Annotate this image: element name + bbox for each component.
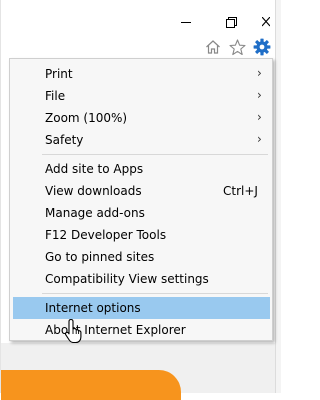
menu-item-view-downloads[interactable]: View downloads Ctrl+J bbox=[13, 180, 270, 202]
tools-menu: Print › File › Zoom (100%) › Safety › Ad… bbox=[9, 58, 273, 341]
desktop-edge bbox=[276, 0, 281, 393]
menu-separator bbox=[42, 293, 268, 294]
menu-item-print[interactable]: Print › bbox=[13, 63, 270, 85]
menu-item-label: F12 Developer Tools bbox=[45, 228, 167, 242]
menu-item-label: File bbox=[45, 89, 66, 103]
menu-item-label: View downloads bbox=[45, 184, 142, 198]
menu-item-label: Compatibility View settings bbox=[45, 272, 209, 286]
menu-item-zoom[interactable]: Zoom (100%) › bbox=[13, 107, 270, 129]
restore-button[interactable] bbox=[221, 12, 241, 32]
menu-item-label: Print bbox=[45, 67, 73, 81]
menu-item-manage-add-ons[interactable]: Manage add-ons bbox=[13, 202, 270, 224]
restore-icon bbox=[225, 16, 237, 28]
menu-item-internet-options[interactable]: Internet options bbox=[13, 297, 270, 319]
menu-item-label: Zoom (100%) bbox=[45, 111, 128, 125]
minimize-icon bbox=[181, 22, 191, 23]
menu-item-file[interactable]: File › bbox=[13, 85, 270, 107]
home-icon bbox=[206, 40, 220, 54]
menu-item-about-internet-explorer[interactable]: About Internet Explorer bbox=[13, 319, 270, 341]
minimize-button[interactable] bbox=[176, 12, 196, 32]
gear-icon bbox=[253, 38, 271, 56]
chevron-right-icon: › bbox=[257, 88, 262, 102]
tools-button[interactable] bbox=[252, 37, 272, 57]
chevron-right-icon: › bbox=[257, 132, 262, 146]
menu-item-add-site-to-apps[interactable]: Add site to Apps bbox=[13, 158, 270, 180]
close-button[interactable] bbox=[262, 12, 276, 32]
menu-item-go-to-pinned-sites[interactable]: Go to pinned sites bbox=[13, 246, 270, 268]
page-orange-banner bbox=[1, 370, 181, 400]
window-left-border bbox=[0, 0, 1, 393]
menu-item-label: Safety bbox=[45, 133, 84, 147]
chevron-right-icon: › bbox=[257, 110, 262, 124]
menu-item-safety[interactable]: Safety › bbox=[13, 129, 270, 151]
close-icon bbox=[262, 16, 270, 26]
chevron-right-icon: › bbox=[257, 66, 262, 80]
favorites-button[interactable] bbox=[227, 37, 247, 57]
menu-item-label: Go to pinned sites bbox=[45, 250, 155, 264]
menu-separator bbox=[42, 154, 268, 155]
star-icon bbox=[228, 38, 246, 55]
home-button[interactable] bbox=[203, 37, 223, 57]
menu-item-f12-developer-tools[interactable]: F12 Developer Tools bbox=[13, 224, 270, 246]
hand-cursor-icon bbox=[64, 318, 82, 344]
menu-item-compatibility-view-settings[interactable]: Compatibility View settings bbox=[13, 268, 270, 290]
menu-item-label: Internet options bbox=[45, 301, 141, 315]
menu-item-shortcut: Ctrl+J bbox=[223, 184, 258, 198]
menu-item-label: Manage add-ons bbox=[45, 206, 145, 220]
menu-item-label: Add site to Apps bbox=[45, 162, 144, 176]
